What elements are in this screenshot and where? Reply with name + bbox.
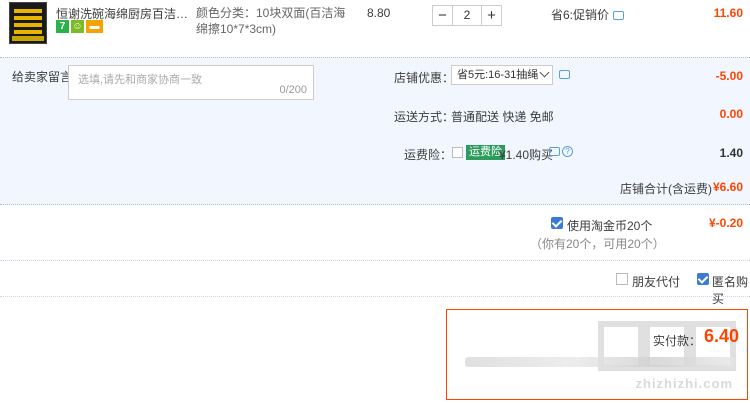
shop-discount-amount: -5.00	[715, 69, 743, 83]
item-subtotal: 11.60	[713, 6, 743, 20]
shipping-amount: 0.00	[719, 107, 743, 121]
shop-discount-label: 店铺优惠：	[394, 71, 455, 85]
qty-input[interactable]: 2	[453, 5, 481, 26]
coins-available: （你有20个，可用20个）	[530, 237, 665, 251]
service-icon[interactable]: ☺	[71, 20, 84, 33]
product-thumbnail[interactable]	[9, 2, 47, 44]
qty-minus-button[interactable]: −	[432, 5, 453, 26]
use-coins-label: 使用淘金币20个	[567, 219, 653, 233]
anonymous-label[interactable]: 匿名购买	[712, 273, 750, 307]
coins-discount-amount: ¥-0.20	[708, 216, 743, 230]
insurance-amount: 1.40	[719, 146, 743, 160]
blurred-address	[465, 357, 735, 367]
order-total-box: 实付款： 6.40 zhizhizhi.com	[446, 309, 748, 400]
shop-total-amount: ¥6.60	[712, 180, 743, 194]
card-icon[interactable]: ▬	[86, 20, 103, 33]
unit-price: 8.80	[367, 6, 391, 20]
divider	[0, 260, 750, 261]
promo-label: 省6:促销价	[551, 8, 610, 22]
insurance-label: 运费险：	[404, 148, 453, 162]
chat-icon[interactable]	[559, 70, 570, 79]
shipping-method: 普通配送 快递 免邮	[451, 110, 554, 124]
shop-total-label: 店铺合计(含运费)	[620, 182, 712, 196]
anonymous-checkbox[interactable]	[697, 273, 709, 285]
shop-discount-select[interactable]: 省5元:16-31抽绳	[451, 65, 553, 85]
pay-amount: 6.40	[703, 326, 739, 346]
order-options-panel: 给卖家留言： 选填,请先和商家协商一致 0/200 店铺优惠： 省5元:16-3…	[0, 57, 750, 205]
product-row: 恒谢洗碗海绵厨房百洁布双面刷... 7 ☺ ▬ 颜色分类：10块双面(百洁海绵擦…	[0, 0, 750, 52]
friend-pay-checkbox[interactable]	[616, 273, 628, 285]
use-coins-checkbox[interactable]	[551, 217, 563, 229]
help-icon[interactable]: ?	[562, 146, 573, 157]
sku-info: 颜色分类：10块双面(百洁海绵擦10*7*3cm)	[196, 6, 346, 36]
insurance-checkbox[interactable]	[452, 147, 463, 158]
shop-discount-value: 省5元:16-31抽绳	[457, 69, 539, 81]
message-char-count: 0/200	[279, 84, 307, 96]
pay-label: 实付款：	[652, 334, 701, 348]
quantity-stepper: − 2 +	[432, 5, 502, 26]
friend-pay-label[interactable]: 朋友代付	[632, 273, 680, 290]
divider	[0, 296, 750, 297]
insurance-price: ¥1.40购买	[499, 148, 554, 162]
qty-plus-button[interactable]: +	[481, 5, 502, 26]
seven-day-return-icon[interactable]: 7	[56, 20, 69, 33]
shipping-label: 运送方式：	[394, 110, 455, 124]
seller-message-input[interactable]: 选填,请先和商家协商一致 0/200	[68, 65, 314, 100]
message-placeholder: 选填,请先和商家协商一致	[78, 74, 203, 86]
promo-info: 省6:促销价	[551, 6, 625, 23]
chevron-down-icon	[539, 67, 550, 78]
watermark-text: zhizhizhi.com	[635, 376, 733, 391]
chat-icon[interactable]	[549, 147, 560, 156]
chat-icon[interactable]	[613, 11, 625, 21]
service-badges: 7 ☺ ▬	[56, 20, 103, 33]
